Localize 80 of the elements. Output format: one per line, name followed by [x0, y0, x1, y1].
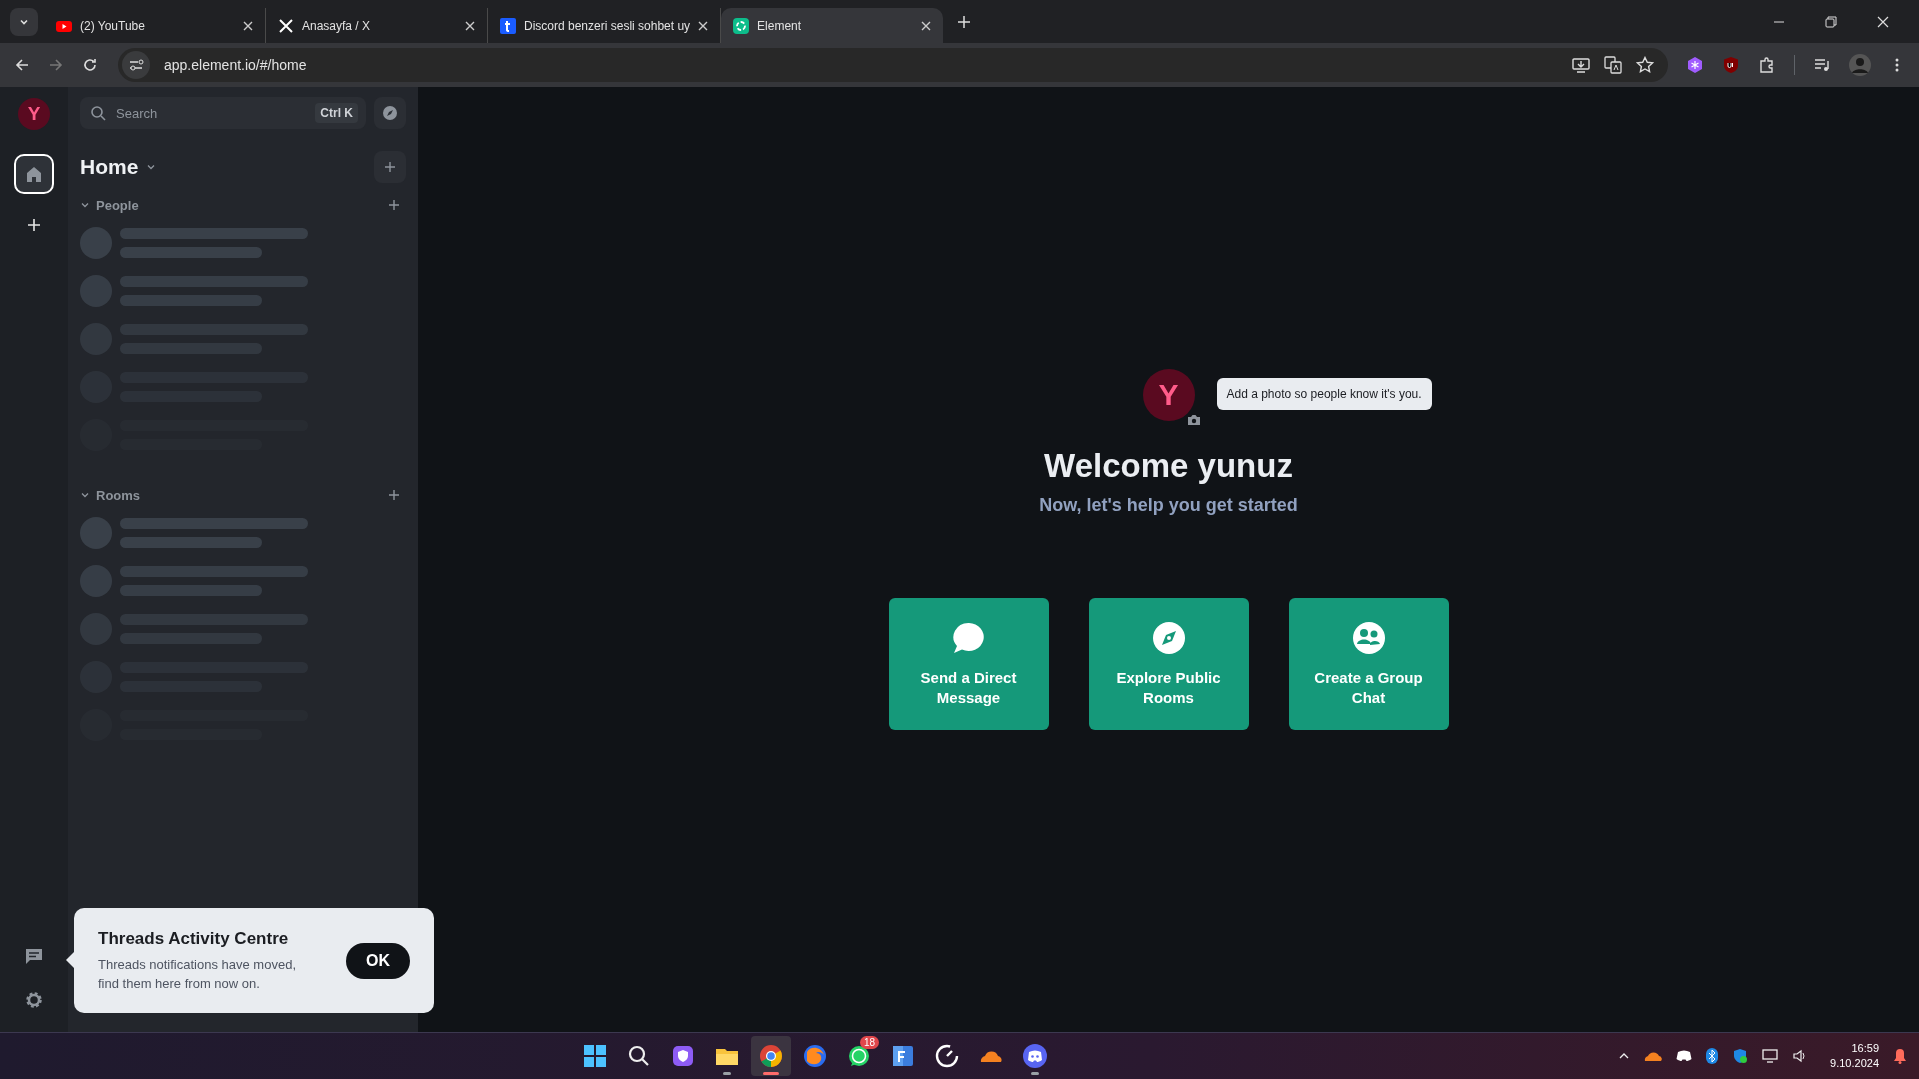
chrome-icon: [758, 1043, 785, 1069]
plus-icon: [384, 161, 396, 173]
home-title[interactable]: Home: [80, 155, 139, 179]
search-bar[interactable]: Search Ctrl K: [80, 97, 366, 129]
firefox-icon: [802, 1043, 829, 1069]
close-icon[interactable]: [243, 20, 253, 31]
section-title[interactable]: People: [96, 197, 139, 213]
close-icon[interactable]: [698, 20, 709, 31]
welcome-subtitle: Now, let's help you get started: [1039, 495, 1298, 516]
extension-icon[interactable]: [1686, 56, 1704, 74]
x-favicon-icon: [278, 17, 294, 34]
action-card[interactable]: Create a Group Chat: [1288, 598, 1449, 730]
notification-badge: 18: [859, 1036, 880, 1049]
tooltip: Add a photo so people know it's you.: [1216, 378, 1432, 410]
back-icon[interactable]: [14, 57, 30, 73]
address-bar[interactable]: app.element.io/#/home: [118, 48, 1668, 82]
user-avatar[interactable]: Y: [1142, 369, 1195, 421]
url-text: app.element.io/#/home: [164, 57, 307, 73]
clock-date[interactable]: 9.10.2024: [1830, 1056, 1879, 1071]
bluetooth-icon[interactable]: [1706, 1048, 1719, 1064]
explore-rooms-button[interactable]: [374, 97, 406, 129]
ok-button[interactable]: OK: [346, 942, 410, 979]
threads-icon[interactable]: [24, 946, 44, 966]
t-favicon-icon: [500, 17, 516, 34]
discord-tray-icon[interactable]: [1676, 1050, 1693, 1062]
popup-message: Threads notifications have moved, find them here from now on.: [98, 955, 297, 993]
popup-title: Threads Activity Centre: [98, 928, 290, 949]
shortcut-hint: Ctrl K: [315, 103, 358, 123]
network-icon[interactable]: [1762, 1048, 1779, 1064]
user-avatar[interactable]: Y: [18, 98, 50, 130]
section-title[interactable]: Rooms: [96, 487, 141, 503]
cloud-icon[interactable]: [1644, 1049, 1663, 1063]
action-card[interactable]: Send a Direct Message: [888, 598, 1049, 730]
search-field[interactable]: Search: [114, 104, 308, 122]
add-icon[interactable]: [388, 199, 400, 211]
security-icon[interactable]: [1732, 1048, 1749, 1064]
chevron-icon[interactable]: [80, 200, 90, 210]
welcome-heading: Welcome yunuz: [1044, 447, 1293, 485]
tab-title: (2) YouTube: [80, 18, 146, 33]
star-icon[interactable]: [1636, 56, 1654, 74]
notification-bell-icon[interactable]: [1893, 1048, 1907, 1064]
restore-icon[interactable]: [1825, 15, 1837, 28]
tab-title: Element: [757, 18, 803, 33]
media-icon[interactable]: [1813, 56, 1831, 74]
windows-icon: [582, 1043, 609, 1069]
puzzle-icon[interactable]: [1758, 56, 1776, 74]
clock-time[interactable]: 16:59: [1851, 1041, 1879, 1056]
tab-title: Anasayfa / X: [302, 18, 372, 33]
chevron-down-icon[interactable]: [146, 162, 157, 172]
compass-icon: [382, 105, 398, 121]
action-card[interactable]: Explore Public Rooms: [1088, 598, 1249, 730]
search-icon: [90, 105, 106, 121]
home-icon: [25, 165, 43, 183]
add-button[interactable]: [374, 151, 406, 183]
shield-extension-icon[interactable]: [1722, 56, 1740, 74]
forward-icon[interactable]: [48, 57, 64, 73]
settings-icon[interactable]: [24, 990, 44, 1010]
reload-icon[interactable]: [82, 57, 98, 73]
compass-icon: [1150, 620, 1187, 656]
chevron-icon[interactable]: [80, 490, 90, 500]
group-icon: [1350, 620, 1387, 656]
add-space-icon[interactable]: [27, 218, 41, 232]
element-favicon-icon: [733, 17, 750, 34]
taskbar-button[interactable]: 18: [839, 1036, 880, 1076]
new-tab-icon[interactable]: [957, 14, 972, 29]
camera-icon[interactable]: [1186, 414, 1201, 426]
close-icon[interactable]: [465, 20, 475, 31]
add-icon[interactable]: [388, 489, 400, 501]
chat-bubble-icon: [950, 620, 987, 656]
taskbar-button[interactable]: [751, 1036, 792, 1076]
browser-tab[interactable]: Element: [721, 8, 944, 43]
gauge-icon: [934, 1043, 961, 1069]
install-app-icon[interactable]: [1572, 56, 1590, 74]
site-settings-icon[interactable]: [122, 51, 150, 79]
discord-icon: [1022, 1043, 1049, 1069]
tab-title: Discord benzeri sesli sohbet uy: [524, 18, 691, 33]
close-icon[interactable]: [1877, 15, 1889, 28]
close-icon[interactable]: [921, 20, 932, 31]
translate-icon[interactable]: [1604, 56, 1622, 74]
home-button[interactable]: [14, 154, 54, 194]
